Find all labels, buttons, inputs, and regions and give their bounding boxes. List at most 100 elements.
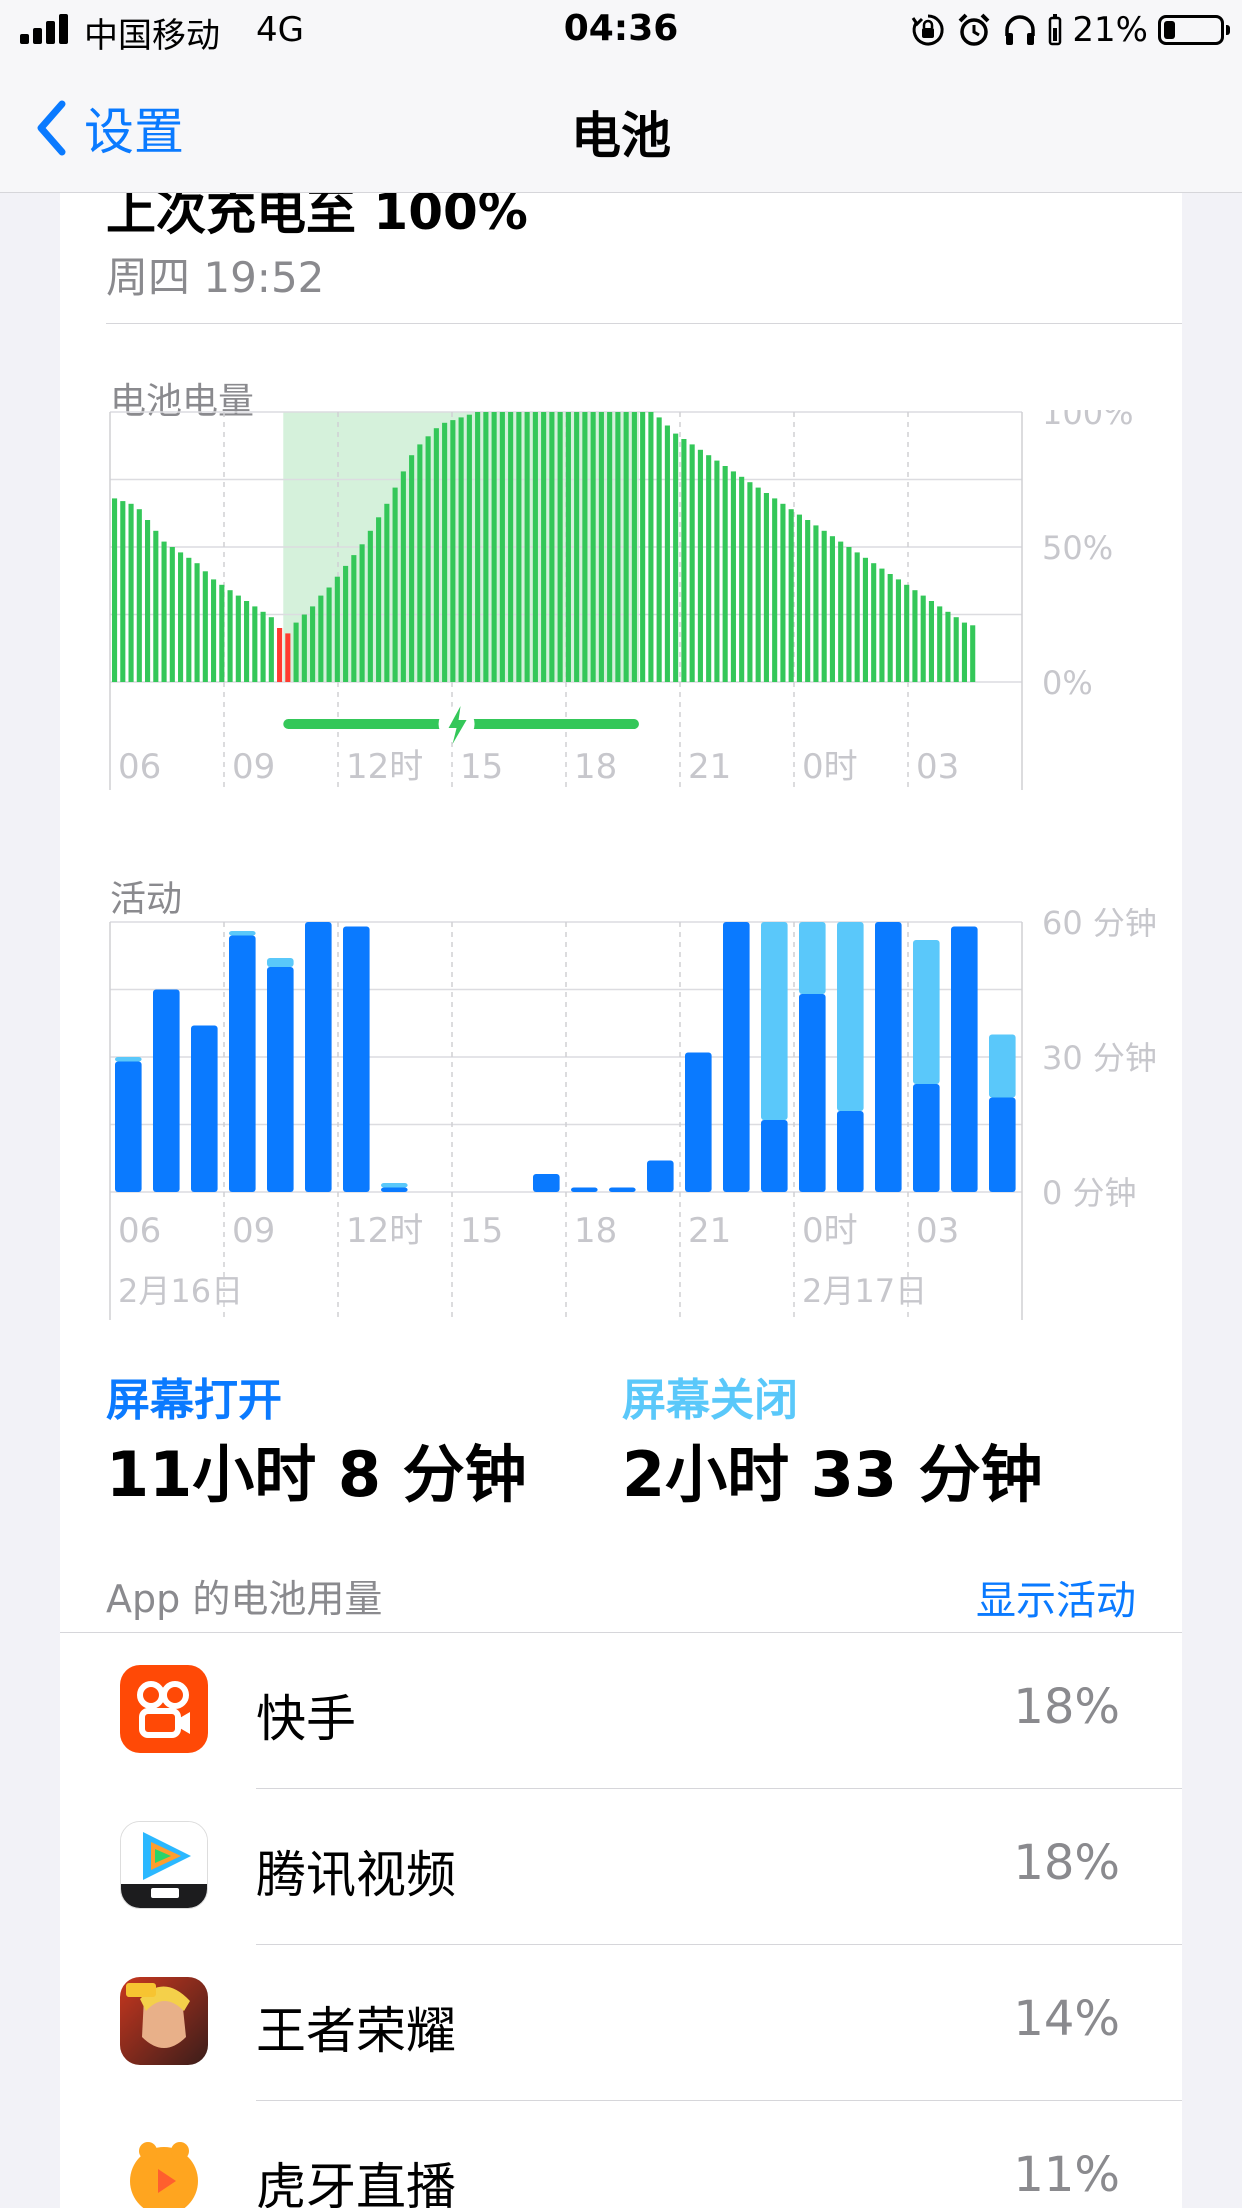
y-tick-label: 50% (1042, 529, 1113, 567)
headphones-icon (1005, 15, 1036, 45)
kuaishou-icon (120, 1665, 208, 1753)
screen-on-value: 11小时 8 分钟 (106, 1438, 527, 1511)
battery-bar (384, 503, 390, 682)
screen-on-bar (533, 1174, 560, 1192)
x-tick-label: 03 (916, 747, 959, 787)
battery-bar (219, 584, 225, 682)
x-tick-label: 0时 (802, 1211, 858, 1251)
battery-bar (260, 611, 266, 682)
app-percent: 11% (1013, 2147, 1120, 2203)
x-tick-label: 21 (688, 1211, 731, 1251)
battery-bar (499, 412, 505, 682)
screen-on-bar (343, 926, 370, 1192)
huya-icon (120, 2133, 208, 2208)
battery-icon (1158, 15, 1230, 45)
battery-bar (491, 412, 497, 682)
divider (106, 323, 1182, 324)
battery-bar (780, 503, 786, 682)
activity-chart: 60 分钟 30 分钟 0 分钟 06 09 12时 15 18 21 0时 03 2月16日 2月17… (109, 908, 1157, 1320)
battery-bar (862, 557, 868, 682)
app-name: 王者荣耀 (256, 2002, 456, 2060)
battery-bar (351, 555, 357, 682)
battery-bar (136, 509, 142, 682)
battery-bar (673, 433, 679, 682)
status-bar: 中国移动 4G 04:36 21% (0, 0, 1242, 64)
battery-bar (565, 412, 571, 682)
battery-bar (557, 412, 563, 682)
screen-off-bar (837, 922, 864, 1111)
show-activity-button[interactable]: 显示活动 (976, 1568, 1136, 1626)
app-name: 快手 (256, 1690, 356, 1748)
screen-off-bar (267, 958, 294, 967)
battery-bar (846, 547, 852, 682)
screen-on-label: 屏幕打开 (106, 1375, 282, 1426)
battery-bar (772, 498, 778, 682)
x-tick-label: 09 (232, 1211, 275, 1251)
battery-bar (334, 576, 340, 682)
battery-bar (466, 414, 472, 682)
app-row-tencent-video[interactable]: 腾讯视频 18% (60, 1789, 1182, 1945)
battery-bar (293, 622, 299, 682)
battery-bar (821, 530, 827, 682)
battery-bar (252, 606, 258, 682)
battery-bar (508, 412, 514, 682)
battery-bar (409, 455, 415, 682)
battery-bar (656, 417, 662, 682)
battery-bar (739, 476, 745, 682)
battery-bar (887, 574, 893, 682)
battery-bar (763, 493, 769, 682)
date-label: 2月16日 (118, 1272, 243, 1310)
screen-on-bar (115, 1061, 142, 1192)
orientation-lock-icon (912, 14, 945, 46)
battery-bar (590, 412, 596, 682)
battery-bar (574, 412, 580, 682)
screen-on-bar (305, 922, 332, 1192)
battery-bar (937, 606, 943, 682)
battery-bar (920, 595, 926, 682)
screen-off-label: 屏幕关闭 (622, 1375, 798, 1426)
app-row-huya[interactable]: 虎牙直播 11% (60, 2101, 1182, 2208)
battery-bar (532, 412, 538, 682)
battery-bar (392, 487, 398, 682)
battery-bar (442, 422, 448, 682)
screen-on-bar (913, 1084, 940, 1192)
screen-on-bar (609, 1187, 636, 1192)
x-tick-label: 15 (460, 1211, 503, 1251)
screen-on-bar (989, 1097, 1016, 1192)
battery-bar (516, 412, 522, 682)
app-percent: 14% (1013, 1991, 1120, 2047)
screen-on-bar (647, 1160, 674, 1192)
x-tick-label: 18 (574, 747, 617, 787)
battery-bar (607, 412, 613, 682)
battery-bar (277, 628, 283, 682)
charging-bolt-icon (438, 706, 475, 744)
y-tick-label: 100% (1042, 410, 1133, 432)
battery-bar (541, 412, 547, 682)
battery-bar (194, 563, 200, 682)
alarm-icon (959, 13, 990, 46)
battery-level-chart: 100% 50% 0% 06 09 12时 15 18 21 0时 03 (109, 410, 1133, 790)
battery-bar (359, 544, 365, 682)
screen-on-bar (685, 1052, 712, 1192)
y-tick-label: 30 分钟 (1042, 1039, 1157, 1077)
battery-bar (318, 595, 324, 682)
battery-bar (301, 614, 307, 682)
x-tick-label: 18 (574, 1211, 617, 1251)
battery-bar (879, 568, 885, 682)
battery-bar (714, 460, 720, 682)
battery-bar (285, 633, 291, 682)
app-row-honor-of-kings[interactable]: 王者荣耀 14% (60, 1945, 1182, 2101)
battery-bar (838, 541, 844, 682)
battery-bar (730, 471, 736, 682)
battery-card: 上次充电至 100% 周四 19:52 电池电量 100% 50% 0% 06 09 12… (60, 192, 1182, 2208)
battery-bar (169, 547, 175, 682)
app-row-kuaishou[interactable]: 快手 18% (60, 1633, 1182, 1789)
x-tick-label: 21 (688, 747, 731, 787)
battery-bar (367, 530, 373, 682)
battery-bar (928, 601, 935, 682)
screen-on-bar (267, 967, 294, 1192)
battery-bar (153, 530, 159, 682)
battery-bar (722, 466, 728, 682)
app-name: 虎牙直播 (256, 2158, 456, 2208)
screen-off-value: 2小时 33 分钟 (622, 1438, 1043, 1511)
